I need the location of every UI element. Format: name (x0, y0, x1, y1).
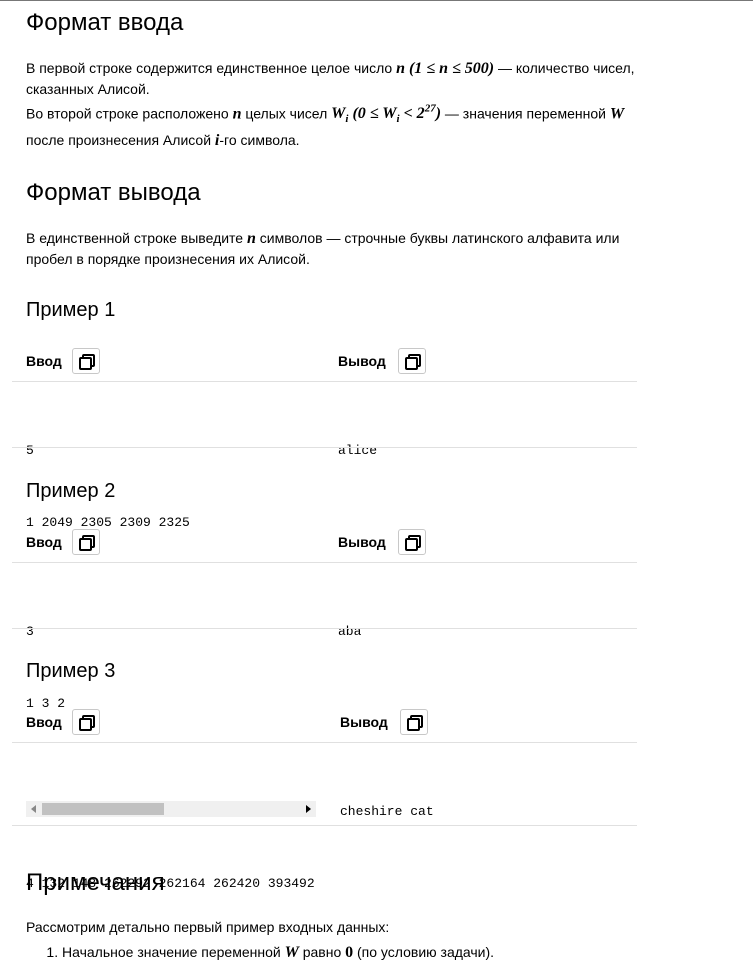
horizontal-scrollbar[interactable] (26, 801, 316, 817)
example-1-copy-output-button[interactable] (398, 348, 426, 374)
copy-icon (405, 535, 421, 551)
math-w-range: Wi (0 ≤ Wi < 227) (331, 103, 442, 126)
notes-intro: Рассмотрим детально первый пример входны… (26, 919, 390, 935)
notes-title: Примечания (26, 869, 165, 896)
divider (12, 381, 637, 382)
divider (12, 825, 637, 826)
input-format-title: Формат ввода (26, 9, 184, 36)
example-1-copy-input-button[interactable] (72, 348, 100, 374)
scroll-left-arrow-icon[interactable] (31, 805, 36, 813)
example-3-output-label: Вывод (340, 714, 388, 730)
example-2-output-label: Вывод (338, 534, 386, 550)
copy-icon (79, 715, 95, 731)
example-1-title: Пример 1 (26, 299, 116, 321)
example-1-output-label: Вывод (338, 353, 386, 369)
example-3-title: Пример 3 (26, 660, 116, 682)
input-format-text: В первой строке содержится единственное … (26, 60, 635, 149)
divider (12, 628, 637, 629)
example-3-copy-input-button[interactable] (72, 709, 100, 735)
example-2-input-label: Ввод (26, 534, 62, 550)
example-3-input-label: Ввод (26, 714, 62, 730)
scroll-right-arrow-icon[interactable] (306, 805, 311, 813)
example-3-copy-output-button[interactable] (400, 709, 428, 735)
notes-list: Начальное значение переменной W равно 0 … (26, 942, 726, 963)
list-item: Начальное значение переменной W равно 0 … (62, 942, 726, 963)
copy-icon (79, 354, 95, 370)
example-2-title: Пример 2 (26, 480, 116, 502)
copy-icon (79, 535, 95, 551)
example-3-output: cheshire cat (340, 804, 434, 819)
math-n-range: n (1 ≤ n ≤ 500) (396, 60, 495, 77)
scrollbar-thumb[interactable] (42, 803, 164, 815)
copy-icon (405, 354, 421, 370)
example-2-copy-output-button[interactable] (398, 529, 426, 555)
example-2-output: aba (338, 624, 362, 639)
example-2-copy-input-button[interactable] (72, 529, 100, 555)
divider (12, 562, 637, 563)
divider (12, 447, 637, 448)
example-1-output: alice (338, 443, 378, 458)
copy-icon (407, 715, 423, 731)
divider (12, 742, 637, 743)
example-1-input-label: Ввод (26, 353, 62, 369)
output-format-title: Формат вывода (26, 179, 201, 206)
output-format-text: В единственной строке выведите n символо… (26, 230, 620, 267)
